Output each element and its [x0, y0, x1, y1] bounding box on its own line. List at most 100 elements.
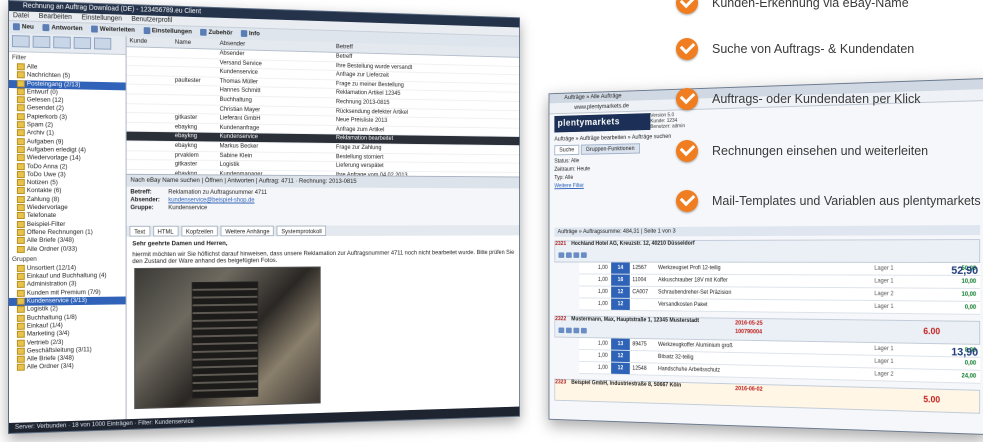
print-icon[interactable] [566, 252, 572, 258]
box-icon [200, 29, 207, 36]
item-price: 10,00 [941, 289, 980, 301]
info-button[interactable]: Info [241, 30, 260, 37]
order-header[interactable]: 2321 Hochland Hotel AG, Kreuzstr. 12, 402… [554, 239, 980, 263]
table-cell: gitkaster [175, 161, 220, 170]
message-header: Betreff: Reklamation zu Auftragsnummer 47… [127, 187, 520, 230]
sidebar-item-label: Nachrichten (5) [27, 72, 70, 80]
order-id[interactable]: 2322 [555, 316, 566, 322]
folder-icon [17, 129, 25, 136]
table-cell [175, 67, 220, 76]
breadcrumb[interactable]: Aufträge » Aufträge bearbeiten » Aufträg… [554, 133, 671, 142]
sidebar-item[interactable]: Zahlung (8) [9, 196, 126, 205]
subject-value: Reklamation zu Auftragsnummer 4711 [168, 189, 267, 196]
menu-settings[interactable]: Einstellungen [82, 14, 122, 22]
checkmark-icon [676, 0, 698, 14]
folder-icon [17, 212, 25, 219]
tab-group-functions[interactable]: Gruppen-Funktionen [581, 143, 640, 155]
sidebar-item-label: Unsortiert (12/14) [27, 265, 76, 272]
mail-icon[interactable] [12, 35, 30, 47]
forward-button[interactable]: Weiterleiten [91, 26, 135, 34]
sidebar-item-label: Aufgaben (9) [27, 138, 64, 145]
feature-text: Auftrags- oder Kundendaten per Klick [712, 92, 920, 106]
group-value: Kundenservice [168, 204, 207, 211]
sidebar-item-label: Beispiel-Filter [27, 221, 66, 228]
feature-text: Suche von Auftrags- & Kundendaten [712, 42, 914, 56]
item-qty: 1,00 [579, 298, 611, 309]
flag-icon[interactable] [581, 252, 587, 258]
col-name[interactable]: Name [175, 38, 220, 49]
table-cell [127, 132, 175, 141]
folder-icon [17, 339, 25, 346]
table-cell [127, 85, 175, 94]
folder-icon [17, 138, 25, 145]
table-cell [175, 58, 220, 67]
table-cell [127, 57, 175, 67]
sidebar-item-label: Logistik (2) [27, 306, 58, 313]
tab-log[interactable]: Systemprotokoll [277, 226, 326, 237]
message-body: Sehr geehrte Damen und Herren, hiermit m… [132, 239, 514, 269]
order-item-row[interactable]: 1,00 12 Versandkosten Paket Lager 1 0,00 [579, 298, 980, 315]
sidebar-item[interactable]: Alle Ordner (3/4) [9, 362, 126, 373]
sidebar-item-label: Zahlung (8) [27, 196, 60, 203]
item-desc: Versandkosten Paket [658, 299, 874, 313]
tab-headers[interactable]: Kopfzeilen [181, 226, 218, 237]
new-button[interactable]: Neu [13, 23, 34, 31]
accessories-button[interactable]: Zubehör [200, 29, 232, 37]
table-cell [127, 151, 175, 160]
reply-icon [43, 24, 50, 31]
sidebar-item[interactable]: Telefonate [9, 212, 126, 220]
sidebar-item-label: Geschäftsleitung (3/11) [27, 346, 92, 354]
order-id[interactable]: 2321 [555, 241, 566, 247]
folder-icon [17, 306, 25, 313]
table-cell [127, 104, 175, 113]
tab-attachments[interactable]: Weitere Anhänge [221, 226, 274, 237]
sidebar-item-label: Marketing (3/4) [27, 330, 70, 338]
edit-icon[interactable] [573, 252, 579, 258]
checkmark-icon [676, 140, 698, 162]
sidebar-item[interactable]: Wiedervorlage [9, 204, 126, 212]
col-customer[interactable]: Kunde [127, 36, 175, 47]
order-icons [558, 252, 588, 259]
order-summary-bar: Aufträge » Auftragssumme: 484,31 | Seite… [554, 225, 980, 237]
feature-text: Kunden-Erkennung via eBay-Name [712, 0, 909, 10]
item-desc: Akkuschrauber 18V mit Koffer [658, 275, 874, 288]
item-badge: 16 [611, 275, 630, 286]
browser-window: Aufträge » Alle Aufträge www.plentymarke… [549, 78, 983, 435]
sidebar-item-label: Kunden mit Premium (7/9) [27, 289, 101, 297]
reply-button[interactable]: Antworten [43, 24, 83, 32]
subject-label: Betreff: [130, 189, 168, 197]
tab-text[interactable]: Text [129, 226, 149, 237]
item-badge: 14 [611, 263, 630, 274]
tab-search[interactable]: Suche [554, 145, 579, 156]
settings-button[interactable]: Einstellungen [143, 27, 192, 35]
order-header[interactable]: 2323 Beispiel GmbH, Industriestraße 8, 50… [554, 379, 980, 414]
sidebar-item[interactable]: Beispiel-Filter [9, 221, 126, 229]
calendar-icon[interactable] [53, 36, 71, 48]
item-warehouse: Lager 1 [874, 276, 941, 288]
item-badge: 12 [611, 363, 630, 375]
print-icon[interactable] [566, 328, 572, 334]
sidebar-item-label: Kundenservice (3/13) [27, 297, 87, 305]
mail-icon[interactable] [558, 327, 564, 333]
feature-item: Mail-Templates und Variablen aus plentym… [676, 190, 981, 212]
mail-icon[interactable] [558, 252, 564, 258]
folder-icon [17, 63, 25, 70]
tasks-icon[interactable] [74, 37, 91, 49]
sidebar-item-label: Alle Briefe (3/48) [27, 355, 74, 363]
table-cell [175, 49, 220, 59]
menu-profile[interactable]: Benutzerprofil [131, 16, 172, 24]
sidebar-item-label: Alle Briefe (3/48) [27, 237, 74, 244]
folder-icon [17, 113, 25, 120]
notes-icon[interactable] [94, 37, 111, 49]
tab-html[interactable]: HTML [153, 226, 179, 237]
edit-icon[interactable] [573, 328, 579, 334]
feature-item: Suche von Auftrags- & Kundendaten [676, 38, 914, 60]
contacts-icon[interactable] [33, 36, 51, 48]
menu-edit[interactable]: Bearbeiten [39, 13, 72, 21]
sender-value[interactable]: kundenservice@beispiel-shop.de [168, 197, 254, 204]
order-id[interactable]: 2323 [555, 380, 566, 386]
flag-icon[interactable] [581, 328, 587, 334]
menu-file[interactable]: Datei [13, 12, 29, 19]
sidebar-item[interactable]: Kontakte (6) [9, 187, 126, 196]
filter-more[interactable]: Weitere Filter [554, 181, 672, 191]
